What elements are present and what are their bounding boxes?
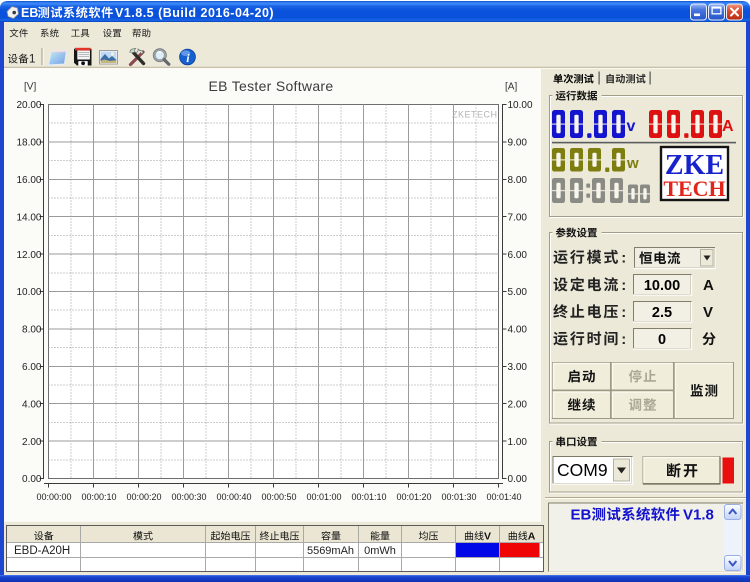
svg-text:[V]: [V] bbox=[24, 82, 36, 93]
svg-text::: : bbox=[621, 304, 626, 321]
svg-text:EB: EB bbox=[571, 507, 592, 524]
svg-text::: : bbox=[621, 277, 626, 294]
svg-text:EB: EB bbox=[21, 6, 38, 20]
svg-text:8.00: 8.00 bbox=[22, 325, 42, 336]
svg-text:00:00:40: 00:00:40 bbox=[216, 492, 251, 502]
svg-text:0mWh: 0mWh bbox=[364, 545, 396, 557]
svg-text:A: A bbox=[722, 118, 734, 135]
svg-text:10.00: 10.00 bbox=[644, 278, 680, 294]
svg-text:1.00: 1.00 bbox=[508, 437, 528, 448]
svg-text:5569mAh: 5569mAh bbox=[307, 545, 354, 557]
svg-text:00:01:00: 00:01:00 bbox=[306, 492, 341, 502]
svg-text:v: v bbox=[627, 118, 636, 135]
svg-text:20.00: 20.00 bbox=[16, 100, 41, 111]
svg-text:16.00: 16.00 bbox=[16, 175, 41, 186]
svg-text:6.00: 6.00 bbox=[508, 250, 528, 261]
svg-text:00:01:40: 00:01:40 bbox=[486, 492, 521, 502]
svg-text:10.00: 10.00 bbox=[508, 100, 533, 111]
svg-text:00:01:20: 00:01:20 bbox=[396, 492, 431, 502]
svg-text:00:01:10: 00:01:10 bbox=[351, 492, 386, 502]
svg-text:COM9: COM9 bbox=[557, 460, 608, 480]
svg-text:w: w bbox=[626, 155, 639, 172]
svg-text:0.00: 0.00 bbox=[22, 474, 42, 485]
svg-text:A: A bbox=[528, 531, 536, 543]
svg-text:V: V bbox=[484, 531, 491, 543]
svg-text:2.5: 2.5 bbox=[652, 305, 672, 321]
svg-text:0: 0 bbox=[658, 332, 666, 348]
svg-text:ZKETECH: ZKETECH bbox=[452, 110, 498, 120]
svg-text:14.00: 14.00 bbox=[16, 212, 41, 223]
svg-text:TECH: TECH bbox=[663, 176, 725, 201]
svg-text:V1.8: V1.8 bbox=[683, 507, 714, 524]
svg-text:00:01:30: 00:01:30 bbox=[441, 492, 476, 502]
svg-text:10.00: 10.00 bbox=[16, 287, 41, 298]
svg-text:V1.8.5 (Build 2016-04-20): V1.8.5 (Build 2016-04-20) bbox=[115, 6, 274, 20]
svg-text::: : bbox=[621, 250, 626, 267]
svg-text:5.00: 5.00 bbox=[508, 287, 528, 298]
svg-text:00:00:10: 00:00:10 bbox=[81, 492, 116, 502]
svg-text:00:00:00: 00:00:00 bbox=[36, 492, 71, 502]
svg-text:9.00: 9.00 bbox=[508, 138, 528, 149]
svg-text:A: A bbox=[703, 277, 714, 294]
svg-text:4.00: 4.00 bbox=[508, 325, 528, 336]
svg-text:0.00: 0.00 bbox=[508, 474, 528, 485]
svg-text:[A]: [A] bbox=[505, 82, 517, 93]
svg-text:00:00:30: 00:00:30 bbox=[171, 492, 206, 502]
svg-text:12.00: 12.00 bbox=[16, 250, 41, 261]
svg-text:1: 1 bbox=[29, 54, 35, 66]
svg-text:00:00:50: 00:00:50 bbox=[261, 492, 296, 502]
svg-text:4.00: 4.00 bbox=[22, 399, 42, 410]
svg-text:00:00:20: 00:00:20 bbox=[126, 492, 161, 502]
svg-text:EB Tester Software: EB Tester Software bbox=[209, 78, 334, 94]
svg-text:V: V bbox=[703, 304, 713, 321]
svg-text:2.00: 2.00 bbox=[508, 399, 528, 410]
svg-text:8.00: 8.00 bbox=[508, 175, 528, 186]
svg-text:EBD-A20H: EBD-A20H bbox=[14, 545, 70, 557]
svg-text:7.00: 7.00 bbox=[508, 212, 528, 223]
svg-text:18.00: 18.00 bbox=[16, 138, 41, 149]
svg-text::: : bbox=[621, 331, 626, 348]
svg-text:2.00: 2.00 bbox=[22, 437, 42, 448]
svg-text:3.00: 3.00 bbox=[508, 362, 528, 373]
svg-text:6.00: 6.00 bbox=[22, 362, 42, 373]
